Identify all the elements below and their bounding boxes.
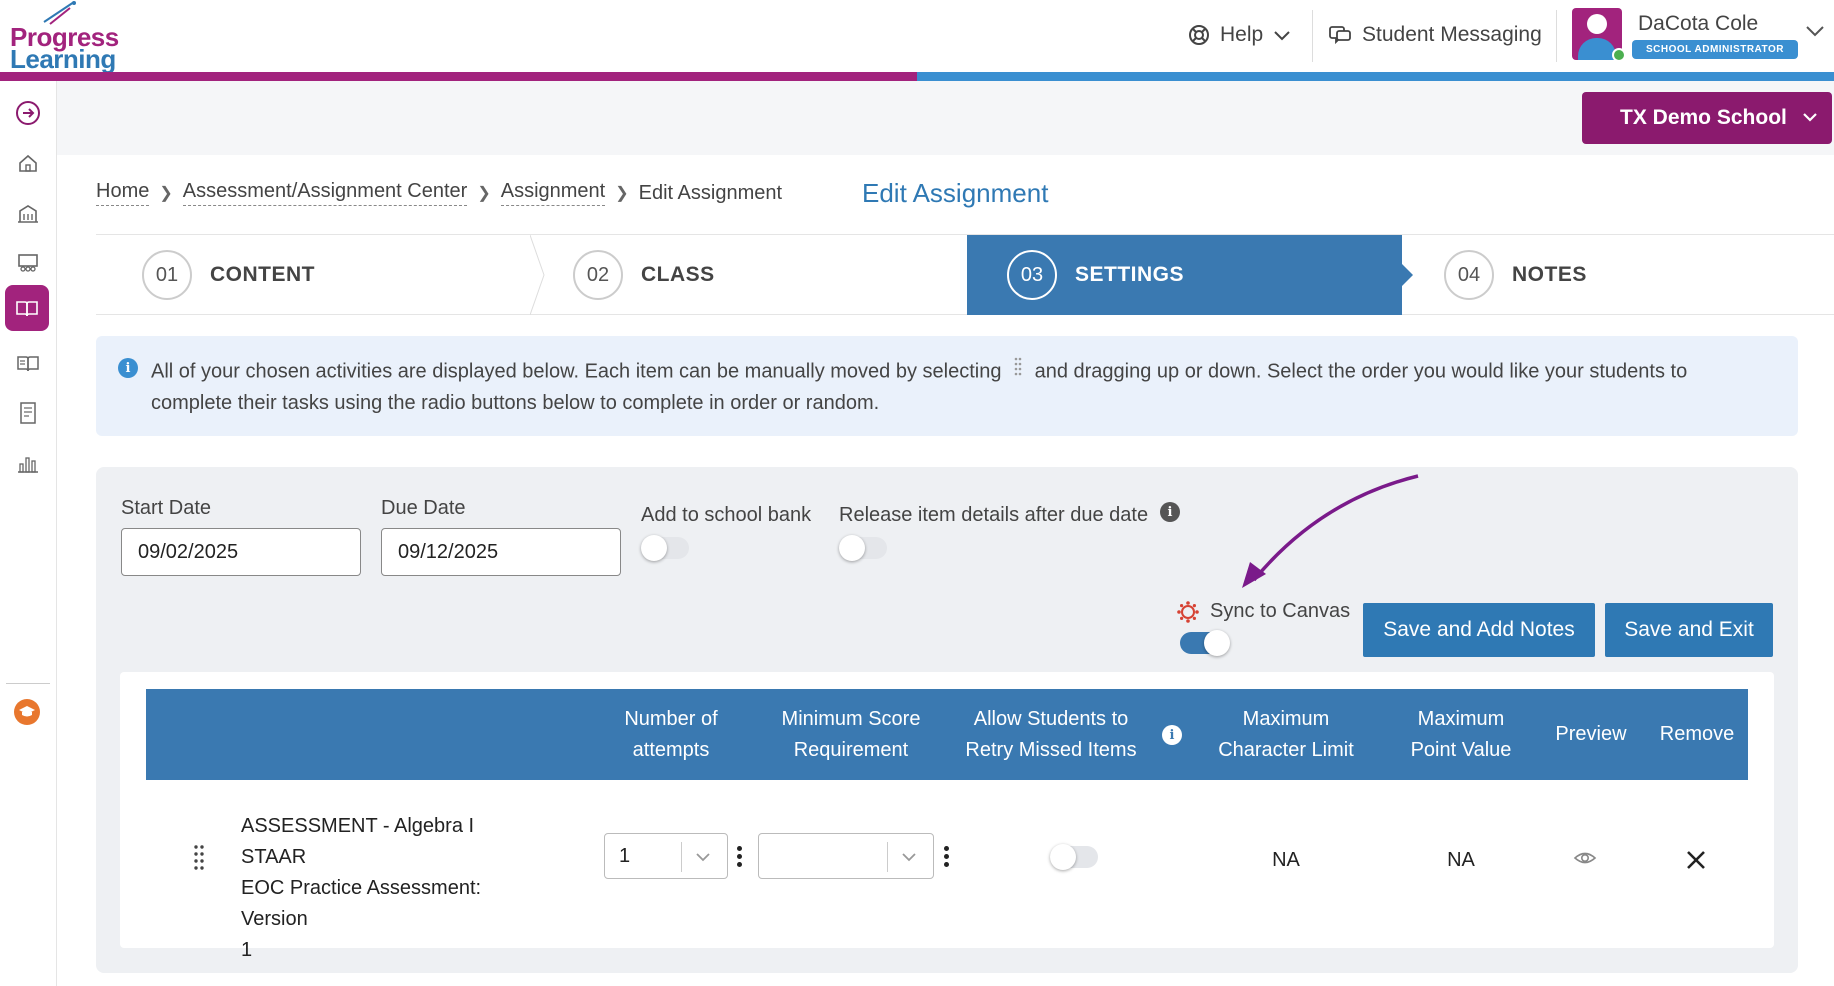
- attempts-more-icon[interactable]: [737, 846, 743, 870]
- step-settings[interactable]: 03 SETTINGS: [967, 235, 1402, 315]
- canvas-logo-icon: [1177, 601, 1199, 623]
- info-icon[interactable]: i: [1160, 502, 1180, 522]
- chat-icon: [1329, 26, 1351, 45]
- school-selector-button[interactable]: TX Demo School: [1582, 92, 1832, 144]
- chevron-down-icon: [1803, 113, 1817, 122]
- breadcrumb-home[interactable]: Home: [96, 180, 150, 206]
- drag-handle-icon[interactable]: [193, 844, 205, 877]
- step-label: CLASS: [641, 263, 715, 286]
- info-text: All of your chosen activities are displa…: [151, 356, 1771, 419]
- logo-text-line2: Learning: [10, 44, 116, 74]
- chevron-down-icon: [1274, 31, 1290, 41]
- save-and-exit-button[interactable]: Save and Exit: [1605, 603, 1773, 657]
- info-icon: i: [118, 358, 138, 378]
- report-icon[interactable]: [12, 397, 44, 429]
- col-remove: Remove: [1659, 723, 1735, 745]
- step-number: 04: [1444, 250, 1494, 300]
- point-value-value: NA: [1447, 849, 1475, 871]
- classroom-icon[interactable]: [12, 247, 44, 279]
- due-date-label: Due Date: [381, 497, 466, 519]
- header-divider: [1556, 10, 1557, 62]
- step-label: SETTINGS: [1075, 263, 1185, 286]
- step-notes[interactable]: 04 NOTES: [1402, 235, 1832, 315]
- attempts-value: 1: [619, 845, 631, 867]
- step-class[interactable]: 02 CLASS: [545, 235, 965, 315]
- school-bank-label: Add to school bank: [641, 504, 812, 526]
- col-min-score: Minimum Score Requirement: [781, 707, 921, 761]
- remove-close-icon[interactable]: [1685, 849, 1707, 876]
- col-attempts: Number of attempts: [624, 707, 718, 761]
- table-header: Number of attempts Minimum Score Requireme…: [146, 689, 1748, 780]
- attempts-select[interactable]: 1: [604, 833, 728, 879]
- col-point-value: Maximum Point Value: [1410, 707, 1512, 761]
- step-label: NOTES: [1512, 263, 1587, 286]
- min-score-more-icon[interactable]: [944, 846, 950, 870]
- activity-name: ASSESSMENT - Algebra I STAAR EOC Practic…: [241, 815, 482, 961]
- start-date-label: Start Date: [121, 497, 212, 519]
- info-banner: i All of your chosen activities are disp…: [96, 336, 1798, 436]
- expand-icon[interactable]: [12, 97, 44, 129]
- student-messaging-button[interactable]: Student Messaging: [1328, 20, 1542, 50]
- release-details-label: Release item details after due date: [839, 504, 1149, 526]
- char-limit-value: NA: [1272, 849, 1300, 871]
- col-preview: Preview: [1555, 723, 1627, 745]
- breadcrumb: Home ❯ Assessment/Assignment Center ❯ As…: [96, 180, 782, 206]
- help-label: Help: [1220, 23, 1264, 46]
- save-and-add-notes-button[interactable]: Save and Add Notes: [1363, 603, 1595, 657]
- sidebar: [0, 81, 57, 986]
- user-menu-chevron-icon[interactable]: [1804, 24, 1826, 38]
- sync-canvas-label: Sync to Canvas: [1210, 600, 1351, 622]
- wizard-stepper: 01 CONTENT 02 CLASS 03 SETTINGS 04 NOTES: [96, 234, 1834, 315]
- graduation-cap-icon[interactable]: [14, 699, 40, 725]
- school-bank-toggle[interactable]: [641, 535, 689, 561]
- chevron-down-icon: [902, 853, 916, 862]
- step-number: 01: [142, 250, 192, 300]
- step-content[interactable]: 01 CONTENT: [96, 235, 531, 315]
- reading-icon[interactable]: [12, 347, 44, 379]
- sidebar-item-assignments[interactable]: [5, 285, 49, 331]
- breadcrumb-separator: ❯: [477, 185, 491, 202]
- breadcrumb-separator: ❯: [615, 185, 629, 202]
- step-divider-arrow: [530, 235, 545, 315]
- info-text-part1: All of your chosen activities are displa…: [151, 360, 1002, 383]
- analytics-icon[interactable]: [12, 447, 44, 479]
- breadcrumb-assignment[interactable]: Assignment: [500, 180, 606, 206]
- assignment-book-icon: [16, 301, 38, 317]
- step-number: 03: [1007, 250, 1057, 300]
- messaging-label: Student Messaging: [1362, 23, 1542, 46]
- step-number: 02: [573, 250, 623, 300]
- retry-missed-items-toggle[interactable]: [1050, 844, 1098, 870]
- user-role-badge: SCHOOL ADMINISTRATOR: [1632, 40, 1798, 59]
- school-name: TX Demo School: [1620, 106, 1787, 129]
- help-menu[interactable]: Help: [1188, 20, 1291, 50]
- sync-canvas-toggle[interactable]: [1180, 630, 1230, 656]
- school-icon[interactable]: [12, 197, 44, 229]
- breadcrumb-assessment-center[interactable]: Assessment/Assignment Center: [182, 180, 468, 206]
- top-bar: Progress Learning Help Student Messaging…: [0, 0, 1834, 72]
- drag-handle-icon: [1013, 356, 1023, 388]
- info-icon[interactable]: i: [1162, 725, 1182, 745]
- breadcrumb-separator: ❯: [159, 185, 173, 202]
- lifebuoy-icon: [1189, 25, 1209, 45]
- page-title: Edit Assignment: [862, 178, 1049, 208]
- user-name[interactable]: DaCota Cole: [1638, 12, 1758, 36]
- breadcrumb-current: Edit Assignment: [638, 181, 783, 204]
- home-icon[interactable]: [12, 147, 44, 179]
- step-label: CONTENT: [210, 263, 315, 286]
- release-details-toggle[interactable]: [839, 535, 887, 561]
- sidebar-divider: [6, 683, 50, 684]
- start-date-input[interactable]: 09/02/2025: [121, 528, 361, 576]
- min-score-select[interactable]: [758, 833, 934, 879]
- chevron-down-icon: [696, 853, 710, 862]
- header-divider: [1312, 10, 1313, 62]
- col-retry: Allow Students to Retry Missed Items: [965, 707, 1137, 761]
- col-char-limit: Maximum Character Limit: [1218, 707, 1354, 761]
- annotation-arrow-icon: [1242, 474, 1419, 588]
- brand-color-bar: [0, 72, 1834, 81]
- online-status-dot: [1612, 48, 1626, 62]
- preview-eye-icon[interactable]: [1573, 849, 1597, 872]
- due-date-input[interactable]: 09/12/2025: [381, 528, 621, 576]
- progress-learning-logo[interactable]: Progress Learning: [10, 1, 130, 72]
